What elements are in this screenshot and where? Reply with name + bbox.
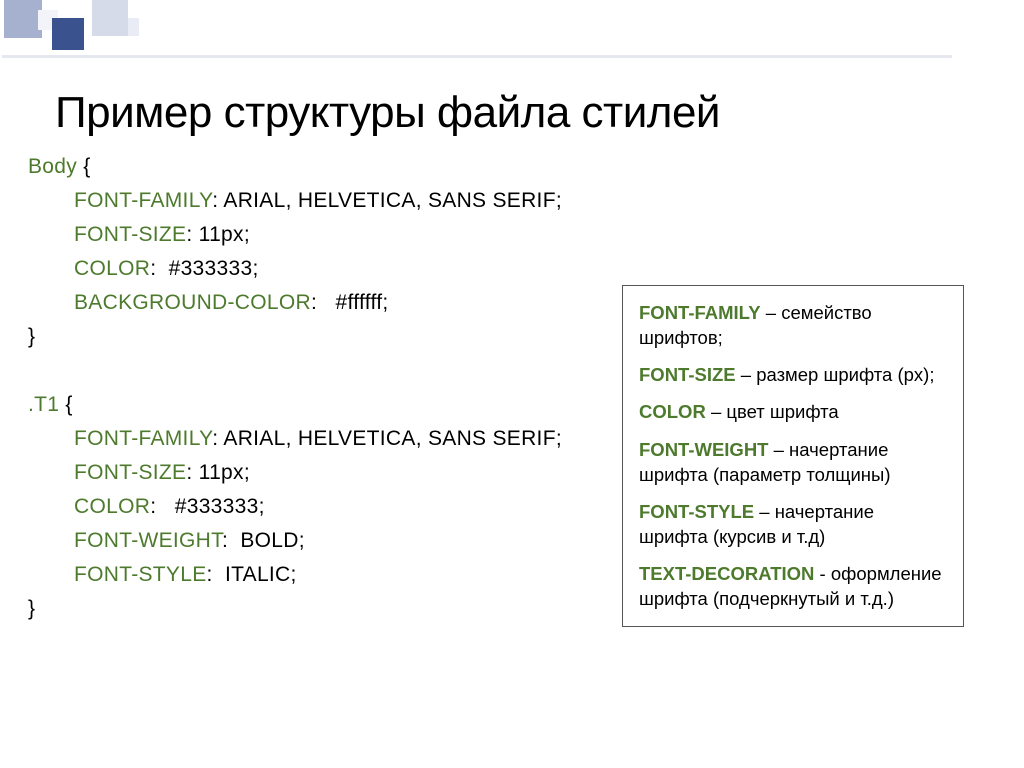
- legend-term: Text-decoration: [639, 563, 814, 584]
- css-prop: background-color: [74, 291, 311, 314]
- page-title: Пример структуры файла стилей: [55, 88, 720, 138]
- legend-item: Color – цвет шрифта: [639, 399, 947, 424]
- legend-item: Text-decoration - оформление шрифта (под…: [639, 561, 947, 611]
- deco-square: [4, 0, 42, 38]
- legend-desc: – цвет шрифта: [706, 401, 839, 422]
- slide-decoration: [0, 0, 180, 55]
- css-prop: font-size: [74, 461, 186, 484]
- css-prop: font-family: [74, 189, 212, 212]
- css-code-example: Body { font-family: Arial, Helvetica, sa…: [28, 150, 562, 626]
- legend-item: Font-style – начертание шрифта (курсив и…: [639, 499, 947, 549]
- css-selector: Body: [28, 155, 77, 178]
- legend-item: Font-size – размер шрифта (px);: [639, 362, 947, 387]
- css-prop: font-style: [74, 563, 207, 586]
- css-val: bold;: [240, 529, 305, 552]
- deco-square: [52, 18, 84, 50]
- css-prop: font-size: [74, 223, 186, 246]
- legend-term: Font-weight: [639, 439, 768, 460]
- css-prop: font-weight: [74, 529, 222, 552]
- css-prop: color: [74, 257, 150, 280]
- legend-desc: – размер шрифта (px);: [736, 364, 935, 385]
- css-prop: font-family: [74, 427, 212, 450]
- legend-term: Font-family: [639, 302, 761, 323]
- legend-item: Font-family – семейство шрифтов;: [639, 300, 947, 350]
- css-val: #ffffff;: [336, 291, 389, 314]
- css-prop: color: [74, 495, 150, 518]
- header-rule: [2, 55, 952, 58]
- legend-term: Font-size: [639, 364, 736, 385]
- legend-term: Font-style: [639, 501, 754, 522]
- legend-item: Font-weight – начертание шрифта (парамет…: [639, 437, 947, 487]
- css-val: Arial, Helvetica, sans serif;: [223, 189, 562, 212]
- css-val: #333333;: [169, 257, 259, 280]
- css-val: 11px;: [199, 223, 250, 246]
- legend-box: Font-family – семейство шрифтов; Font-si…: [622, 285, 964, 627]
- css-val: italic;: [225, 563, 297, 586]
- legend-term: Color: [639, 401, 706, 422]
- css-val: Arial, Helvetica, sans serif;: [223, 427, 562, 450]
- deco-square: [92, 0, 128, 36]
- css-selector: .T1: [28, 393, 59, 416]
- css-val: 11px;: [199, 461, 250, 484]
- css-val: #333333;: [175, 495, 265, 518]
